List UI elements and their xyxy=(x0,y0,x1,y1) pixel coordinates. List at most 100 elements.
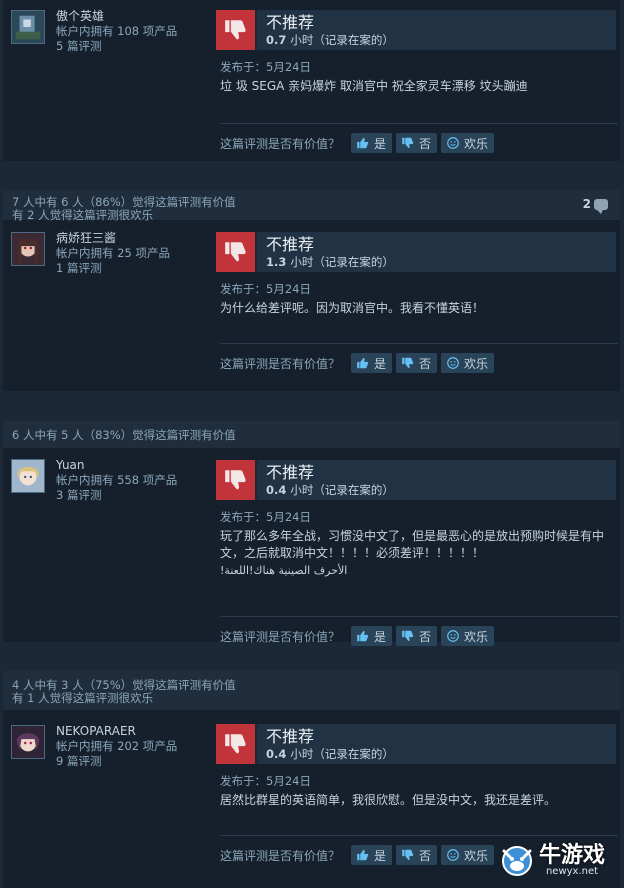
author-block: 病娇狂三酱 帐户内拥有 25 项产品 1 篇评测 xyxy=(11,231,170,275)
author-review-count[interactable]: 3 篇评测 xyxy=(56,488,177,503)
vote-yes-button[interactable]: 是 xyxy=(351,353,393,373)
hours-unit: 小时（记录在案的） xyxy=(290,255,394,269)
hours-value: 0.7 xyxy=(266,33,287,47)
thumbs-down-icon xyxy=(402,357,414,369)
vote-funny-label: 欢乐 xyxy=(464,136,489,151)
vote-funny-button[interactable]: 欢乐 xyxy=(441,845,495,865)
author-info: 病娇狂三酱 帐户内拥有 25 项产品 1 篇评测 xyxy=(56,231,170,276)
comment-count[interactable]: 2 xyxy=(583,198,608,214)
review-text: 垃 圾 SEGA 亲妈爆炸 取消官中 祝全家灵车漂移 坟头蹦迪 xyxy=(220,79,528,93)
author-name[interactable]: NEKOPARAER xyxy=(56,724,177,739)
review-card: 傲个英雄 帐户内拥有 108 项产品 5 篇评测 不推荐 0.7 小时（记录在案… xyxy=(3,0,620,161)
helpful-row: 这篇评测是否有价值？ 是 否 欢乐 xyxy=(220,626,498,646)
helpful-prompt: 这篇评测是否有价值？ xyxy=(220,848,341,863)
posted-prefix: 发布于： xyxy=(220,282,266,296)
verdict-bar[interactable]: 不推荐 1.3 小时（记录在案的） xyxy=(216,232,616,272)
thumbs-down-badge xyxy=(216,232,257,272)
vote-no-button[interactable]: 否 xyxy=(396,845,438,865)
vote-yes-label: 是 xyxy=(374,848,387,863)
posted-date-value: 5月24日 xyxy=(266,510,311,524)
review-text: 居然比群星的英语简单，我很欣慰。但是没中文，我还是差评。 xyxy=(220,793,557,807)
review-text-arabic: !الأحرف الصينية هناك!اللعنة xyxy=(220,564,348,577)
thumbs-down-icon xyxy=(224,242,246,262)
author-review-count[interactable]: 1 篇评测 xyxy=(56,261,170,276)
verdict-bar[interactable]: 不推荐 0.4 小时（记录在案的） xyxy=(216,460,616,500)
funny-summary: 有 2 人觉得这篇评测很欢乐 xyxy=(12,208,154,222)
divider xyxy=(220,123,618,124)
review-content: 不推荐 0.4 小时（记录在案的） 发布于：5月24日 玩了那么多年全战，习惯没… xyxy=(216,460,616,579)
site-watermark: 牛游戏 newyx.net xyxy=(498,841,605,879)
divider xyxy=(220,616,618,617)
verdict-title: 不推荐 xyxy=(266,13,315,32)
vote-no-label: 否 xyxy=(419,848,432,863)
smiley-icon xyxy=(447,630,459,642)
hours-value: 0.4 xyxy=(266,483,287,497)
posted-date: 发布于：5月24日 xyxy=(220,510,616,524)
author-products[interactable]: 帐户内拥有 25 项产品 xyxy=(56,246,170,261)
thumbs-down-badge xyxy=(216,724,257,764)
helpful-prompt: 这篇评测是否有价值？ xyxy=(220,356,341,371)
thumbs-up-icon xyxy=(357,357,369,369)
helpful-row: 这篇评测是否有价值？ 是 否 欢乐 xyxy=(220,353,498,373)
vote-no-label: 否 xyxy=(419,356,432,371)
review-header: 4 人中有 3 人（75%）觉得这篇评测有价值 有 1 人觉得这篇评测很欢乐 xyxy=(3,671,620,710)
avatar[interactable] xyxy=(11,10,45,44)
helpful-summary: 6 人中有 5 人（83%）觉得这篇评测有价值 xyxy=(12,428,236,442)
vote-funny-button[interactable]: 欢乐 xyxy=(441,353,495,373)
vote-no-label: 否 xyxy=(419,136,432,151)
author-products[interactable]: 帐户内拥有 202 项产品 xyxy=(56,739,177,754)
thumbs-down-badge xyxy=(216,460,257,500)
posted-date-value: 5月24日 xyxy=(266,60,311,74)
author-name[interactable]: Yuan xyxy=(56,458,177,473)
avatar[interactable] xyxy=(11,232,45,266)
posted-date: 发布于：5月24日 xyxy=(220,774,616,788)
posted-date: 发布于：5月24日 xyxy=(220,282,616,296)
thumbs-down-icon xyxy=(224,470,246,490)
vote-yes-button[interactable]: 是 xyxy=(351,626,393,646)
helpful-prompt: 这篇评测是否有价值？ xyxy=(220,136,341,151)
vote-no-label: 否 xyxy=(419,629,432,644)
vote-yes-label: 是 xyxy=(374,356,387,371)
thumbs-down-icon xyxy=(224,734,246,754)
verdict-bar[interactable]: 不推荐 0.7 小时（记录在案的） xyxy=(216,10,616,50)
vote-no-button[interactable]: 否 xyxy=(396,626,438,646)
watermark-brand: 牛游戏 xyxy=(539,841,606,868)
author-review-count[interactable]: 9 篇评测 xyxy=(56,754,177,769)
helpful-prompt: 这篇评测是否有价值？ xyxy=(220,629,341,644)
vote-funny-button[interactable]: 欢乐 xyxy=(441,626,495,646)
divider xyxy=(220,343,618,344)
hours-played: 0.7 小时（记录在案的） xyxy=(266,33,394,48)
author-name[interactable]: 病娇狂三酱 xyxy=(56,231,170,246)
review-text: 为什么给差评呢。因为取消官中。我看不懂英语！ xyxy=(220,301,485,315)
thumbs-up-icon xyxy=(357,849,369,861)
watermark-text: 牛游戏 newyx.net xyxy=(539,844,605,877)
vote-no-button[interactable]: 否 xyxy=(396,353,438,373)
avatar[interactable] xyxy=(11,725,45,759)
review-content: 不推荐 1.3 小时（记录在案的） 发布于：5月24日 为什么给差评呢。因为取消… xyxy=(216,232,616,317)
thumbs-up-icon xyxy=(357,630,369,642)
vote-yes-button[interactable]: 是 xyxy=(351,845,393,865)
vote-yes-button[interactable]: 是 xyxy=(351,133,393,153)
vote-funny-button[interactable]: 欢乐 xyxy=(441,133,495,153)
verdict-text: 不推荐 0.4 小时（记录在案的） xyxy=(257,724,394,764)
author-block: NEKOPARAER 帐户内拥有 202 项产品 9 篇评测 xyxy=(11,724,177,768)
author-products[interactable]: 帐户内拥有 108 项产品 xyxy=(56,24,177,39)
author-block: Yuan 帐户内拥有 558 项产品 3 篇评测 xyxy=(11,458,177,502)
thumbs-up-icon xyxy=(357,137,369,149)
review-content: 不推荐 0.7 小时（记录在案的） 发布于：5月24日 垃 圾 SEGA 亲妈爆… xyxy=(216,10,616,95)
review-text: 玩了那么多年全战，习惯没中文了，但是最恶心的是放出预购时候是有中文，之后就取消中… xyxy=(220,529,605,560)
author-name[interactable]: 傲个英雄 xyxy=(56,9,177,24)
author-products[interactable]: 帐户内拥有 558 项产品 xyxy=(56,473,177,488)
author-info: 傲个英雄 帐户内拥有 108 项产品 5 篇评测 xyxy=(56,9,177,54)
vote-no-button[interactable]: 否 xyxy=(396,133,438,153)
vote-yes-label: 是 xyxy=(374,629,387,644)
avatar[interactable] xyxy=(11,459,45,493)
hours-value: 1.3 xyxy=(266,255,287,269)
verdict-bar[interactable]: 不推荐 0.4 小时（记录在案的） xyxy=(216,724,616,764)
thumbs-down-icon xyxy=(224,20,246,40)
hours-unit: 小时（记录在案的） xyxy=(290,33,394,47)
posted-date-value: 5月24日 xyxy=(266,282,311,296)
author-review-count[interactable]: 5 篇评测 xyxy=(56,39,177,54)
thumbs-down-badge xyxy=(216,10,257,50)
review-header: 7 人中有 6 人（86%）觉得这篇评测有价值 有 2 人觉得这篇评测很欢乐 2 xyxy=(3,190,620,222)
